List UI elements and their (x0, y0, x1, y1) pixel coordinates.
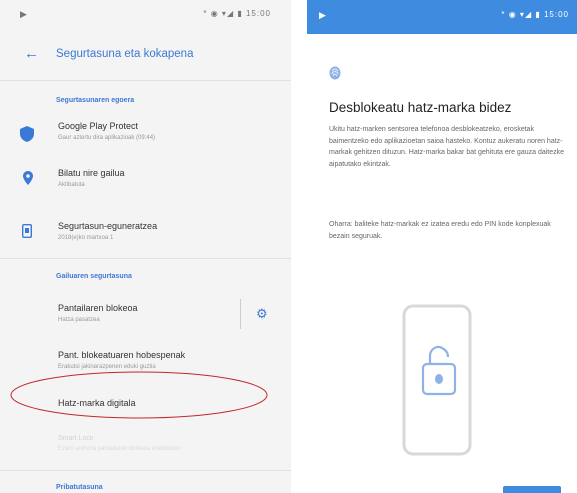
row-screen-lock[interactable]: Pantailaren blokeoa Hatza pasatzea (0, 300, 291, 330)
play-icon: ▶ (20, 9, 27, 19)
fingerprint-icon (329, 66, 341, 85)
annotation-ellipse (10, 371, 268, 419)
row-title: Google Play Protect (58, 121, 139, 131)
page-title: Segurtasuna eta kokapena (56, 48, 194, 60)
row-subtitle: Hatza pasatzea (58, 317, 100, 323)
section-header-privacy: Pribatutasuna (56, 484, 103, 491)
row-title: Bilatu nire gailua (58, 168, 125, 178)
row-title: Pantailaren blokeoa (58, 303, 138, 313)
row-find-device[interactable]: Bilatu nire gailua Aktibatuta (0, 165, 291, 195)
phone-update-icon (21, 223, 38, 240)
row-subtitle: 2018(e)ko martxoa 1 (58, 235, 114, 241)
location-pin-icon (23, 171, 39, 187)
row-title: Pant. blokeatuaren hobespenak (58, 350, 186, 360)
next-button[interactable] (503, 486, 561, 493)
row-security-update[interactable]: Segurtasun-eguneratzea 2018(e)ko martxoa… (0, 218, 291, 248)
phone-unlock-illustration (387, 300, 487, 465)
status-icons: * ◉ ▾◢ ▮ 15:00 (501, 10, 569, 19)
note-text: Oharra: baliteke hatz-markak ez izatea e… (329, 221, 551, 240)
fingerprint-intro-screen: ▶ * ◉ ▾◢ ▮ 15:00 Desblokeatu hatz-marka … (307, 0, 577, 493)
back-arrow-icon[interactable]: ← (24, 45, 39, 62)
row-subtitle: Aktibatuta (58, 182, 85, 188)
divider (0, 258, 291, 259)
status-icons: * ◉ ▾◢ ▮ 15:00 (203, 9, 271, 18)
page-title: Desblokeatu hatz-marka bidez (329, 100, 512, 115)
row-subtitle: Ezarri aurrena pantailaren blokeoa erabi… (58, 446, 181, 452)
section-header-status: Segurtasunaren egoera (56, 97, 135, 104)
section-header-device: Gailuaren segurtasuna (56, 273, 132, 280)
row-subtitle: Gaur aztertu dira aplikazioak (09:44) (58, 135, 156, 141)
play-icon: ▶ (319, 10, 326, 20)
shield-icon (20, 126, 36, 142)
gear-icon[interactable]: ⚙ (256, 306, 268, 322)
description-text: Ukitu hatz-marken sentsorea telefonoa de… (329, 126, 565, 168)
row-title: Segurtasun-eguneratzea (58, 221, 158, 231)
row-title: Smart Lock (58, 435, 94, 442)
divider (0, 470, 291, 471)
divider-vertical (240, 299, 241, 329)
security-settings-screen: ▶ * ◉ ▾◢ ▮ 15:00 ← Segurtasuna eta kokap… (0, 0, 291, 493)
status-bar: ▶ * ◉ ▾◢ ▮ 15:00 (307, 0, 577, 34)
app-bar: ← Segurtasuna eta kokapena (0, 30, 291, 81)
status-bar: ▶ * ◉ ▾◢ ▮ 15:00 (0, 0, 291, 30)
row-google-play-protect[interactable]: Google Play Protect Gaur aztertu dira ap… (0, 118, 291, 154)
row-smart-lock: Smart Lock Ezarri aurrena pantailaren bl… (0, 432, 291, 462)
